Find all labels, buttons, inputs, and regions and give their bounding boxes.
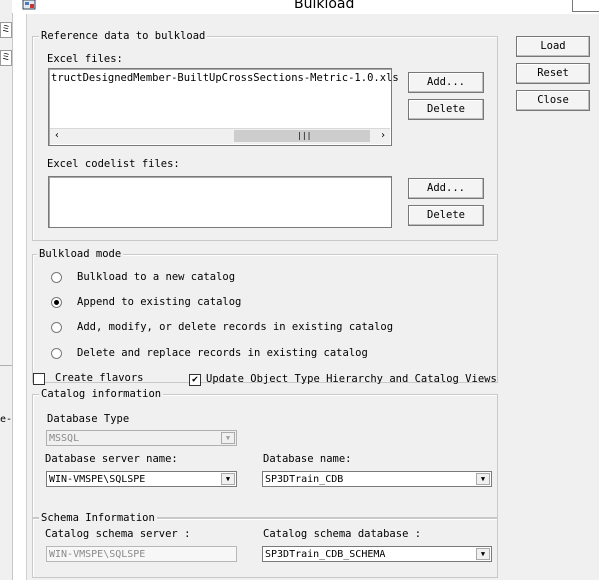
radio-add-modify-delete[interactable] [51, 322, 62, 333]
chevron-down-icon[interactable]: ▼ [221, 473, 235, 485]
catalog-information-legend: Catalog information [39, 388, 164, 401]
window-title: Bulkload [294, 0, 355, 12]
update-hierarchy-checkbox[interactable]: ✔ [189, 374, 201, 386]
scroll-left-icon[interactable]: ‹ [54, 130, 60, 141]
database-type-value: MSSQL [49, 433, 80, 444]
radio-append-catalog[interactable] [51, 297, 62, 308]
database-server-label: Database server name: [45, 453, 178, 465]
schema-server-field: WIN-VMSPE\SQLSPE [46, 546, 237, 562]
schema-database-value: SP3DTrain_CDB_SCHEMA [265, 549, 386, 560]
radio-add-modify-delete-label[interactable]: Add, modify, or delete records in existi… [77, 321, 393, 334]
load-button[interactable]: Load [516, 36, 590, 57]
add-excel-file-button[interactable]: Add... [408, 72, 484, 93]
excel-file-item[interactable]: tructDesignedMember-BuiltUpCrossSections… [51, 72, 399, 85]
parent-window-strip: ミ ミ e- [0, 0, 13, 580]
add-codelist-file-button[interactable]: Add... [408, 178, 484, 199]
chevron-down-icon[interactable]: ▼ [476, 473, 490, 485]
database-type-label: Database Type [47, 413, 130, 425]
catalog-information-group: Catalog information Database Type MSSQL … [32, 388, 498, 518]
parent-toolbar-button[interactable]: ミ [0, 22, 12, 38]
delete-codelist-file-button[interactable]: Delete [408, 205, 484, 226]
scroll-right-icon[interactable]: › [380, 130, 386, 141]
grip-icon: ||| [297, 131, 312, 140]
parent-divider [0, 365, 12, 366]
radio-new-catalog[interactable] [51, 272, 62, 283]
database-server-value: WIN-VMSPE\SQLSPE [49, 474, 146, 485]
title-bar: Bulkload [12, 0, 599, 13]
scrollbar-thumb[interactable]: ||| [234, 130, 370, 142]
database-name-value: SP3DTrain_CDB [265, 474, 344, 485]
radio-delete-replace[interactable] [51, 348, 62, 359]
schema-database-select[interactable]: SP3DTrain_CDB_SCHEMA ▼ [262, 546, 492, 562]
codelist-files-list[interactable] [48, 176, 392, 228]
create-flavors-label[interactable]: Create flavors [55, 372, 144, 385]
parent-toolbar-button[interactable]: ミ [0, 50, 12, 66]
database-name-label: Database name: [263, 453, 352, 465]
create-flavors-checkbox[interactable] [33, 373, 45, 385]
excel-files-label: Excel files: [47, 53, 123, 66]
radio-delete-replace-label[interactable]: Delete and replace records in existing c… [77, 347, 368, 360]
excel-files-list[interactable]: tructDesignedMember-BuiltUpCrossSections… [48, 68, 399, 146]
app-icon [22, 0, 36, 10]
database-name-select[interactable]: SP3DTrain_CDB ▼ [262, 471, 492, 487]
close-button[interactable]: Close [516, 90, 590, 111]
radio-new-catalog-label[interactable]: Bulkload to a new catalog [77, 271, 235, 284]
schema-server-label: Catalog schema server : [45, 528, 191, 540]
codelist-files-label: Excel codelist files: [47, 158, 180, 170]
excel-files-label-text: Excel files: [47, 53, 123, 65]
schema-database-label: Catalog schema database : [263, 528, 422, 540]
schema-information-legend: Schema Information [39, 512, 157, 525]
schema-information-group: Schema Information Catalog schema server… [32, 512, 498, 578]
database-type-select: MSSQL ▼ [46, 430, 237, 446]
database-server-select[interactable]: WIN-VMSPE\SQLSPE ▼ [46, 471, 237, 487]
reference-data-group: Reference data to bulkload Excel files: … [32, 30, 498, 241]
update-hierarchy-label[interactable]: Update Object Type Hierarchy and Catalog… [206, 373, 497, 386]
horizontal-scrollbar[interactable]: ‹ ||| › [50, 128, 390, 144]
bulkload-mode-group: Bulkload mode Bulkload to a new catalog … [32, 248, 498, 383]
bulkload-dialog: Reference data to bulkload Excel files: … [26, 14, 599, 580]
chevron-down-icon[interactable]: ▼ [476, 548, 490, 560]
close-window-button[interactable] [572, 0, 599, 12]
reference-data-legend: Reference data to bulkload [39, 30, 208, 43]
radio-append-catalog-label[interactable]: Append to existing catalog [77, 296, 241, 309]
delete-excel-file-button[interactable]: Delete [408, 99, 484, 120]
reset-button[interactable]: Reset [516, 63, 590, 84]
parent-text-fragment: e- [0, 414, 13, 425]
chevron-down-icon: ▼ [221, 432, 235, 444]
bulkload-mode-legend: Bulkload mode [37, 248, 124, 261]
